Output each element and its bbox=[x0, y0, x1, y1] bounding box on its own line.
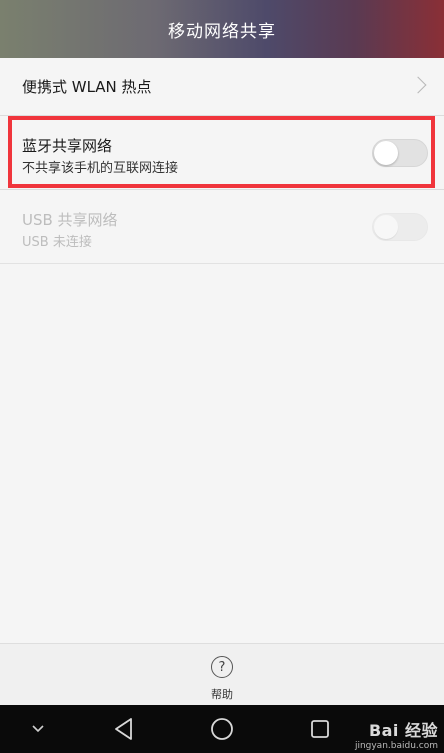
navigation-bar: Bai 经验 jingyan.baidu.com bbox=[0, 705, 444, 753]
toggle-knob bbox=[374, 215, 398, 239]
help-icon[interactable]: ? bbox=[211, 656, 233, 678]
page-title: 移动网络共享 bbox=[168, 21, 276, 42]
back-icon[interactable] bbox=[102, 705, 146, 753]
chevron-right-icon bbox=[409, 76, 427, 94]
usb-tethering-text: USB 共享网络 USB 未连接 bbox=[22, 210, 118, 252]
bluetooth-tethering-title: 蓝牙共享网络 bbox=[22, 137, 113, 155]
bluetooth-tethering-toggle[interactable] bbox=[372, 139, 428, 167]
watermark-url: jingyan.baidu.com bbox=[354, 741, 438, 751]
toggle-knob bbox=[374, 141, 398, 165]
usb-tethering-toggle bbox=[372, 213, 428, 241]
watermark-brand: Bai 经验 bbox=[368, 721, 438, 740]
usb-tethering-subtitle: USB 未连接 bbox=[22, 235, 92, 250]
bluetooth-tethering-row[interactable]: 蓝牙共享网络 不共享该手机的互联网连接 bbox=[0, 116, 444, 190]
help-bar[interactable]: ? 帮助 bbox=[0, 643, 444, 705]
help-label: 帮助 bbox=[211, 688, 233, 701]
usb-tethering-title: USB 共享网络 bbox=[22, 211, 118, 229]
bluetooth-tethering-subtitle: 不共享该手机的互联网连接 bbox=[22, 161, 179, 176]
help-icon-glyph: ? bbox=[218, 659, 226, 675]
screen: 移动网络共享 便携式 WLAN 热点 蓝牙共享网络 不共享该手机的互联网连接 U… bbox=[0, 0, 444, 753]
chevron-down-icon[interactable] bbox=[18, 705, 58, 753]
app-header: 移动网络共享 bbox=[0, 0, 444, 58]
wlan-hotspot-text: 便携式 WLAN 热点 bbox=[22, 77, 152, 97]
wlan-hotspot-row[interactable]: 便携式 WLAN 热点 bbox=[0, 58, 444, 116]
wlan-hotspot-title: 便携式 WLAN 热点 bbox=[22, 78, 152, 96]
home-icon[interactable] bbox=[200, 705, 244, 753]
recent-apps-icon[interactable] bbox=[298, 705, 342, 753]
usb-tethering-row: USB 共享网络 USB 未连接 bbox=[0, 190, 444, 264]
settings-list: 便携式 WLAN 热点 蓝牙共享网络 不共享该手机的互联网连接 USB 共享网络… bbox=[0, 58, 444, 264]
baidu-jingyan-watermark: Bai 经验 jingyan.baidu.com bbox=[355, 717, 438, 751]
bluetooth-tethering-text: 蓝牙共享网络 不共享该手机的互联网连接 bbox=[22, 136, 178, 178]
